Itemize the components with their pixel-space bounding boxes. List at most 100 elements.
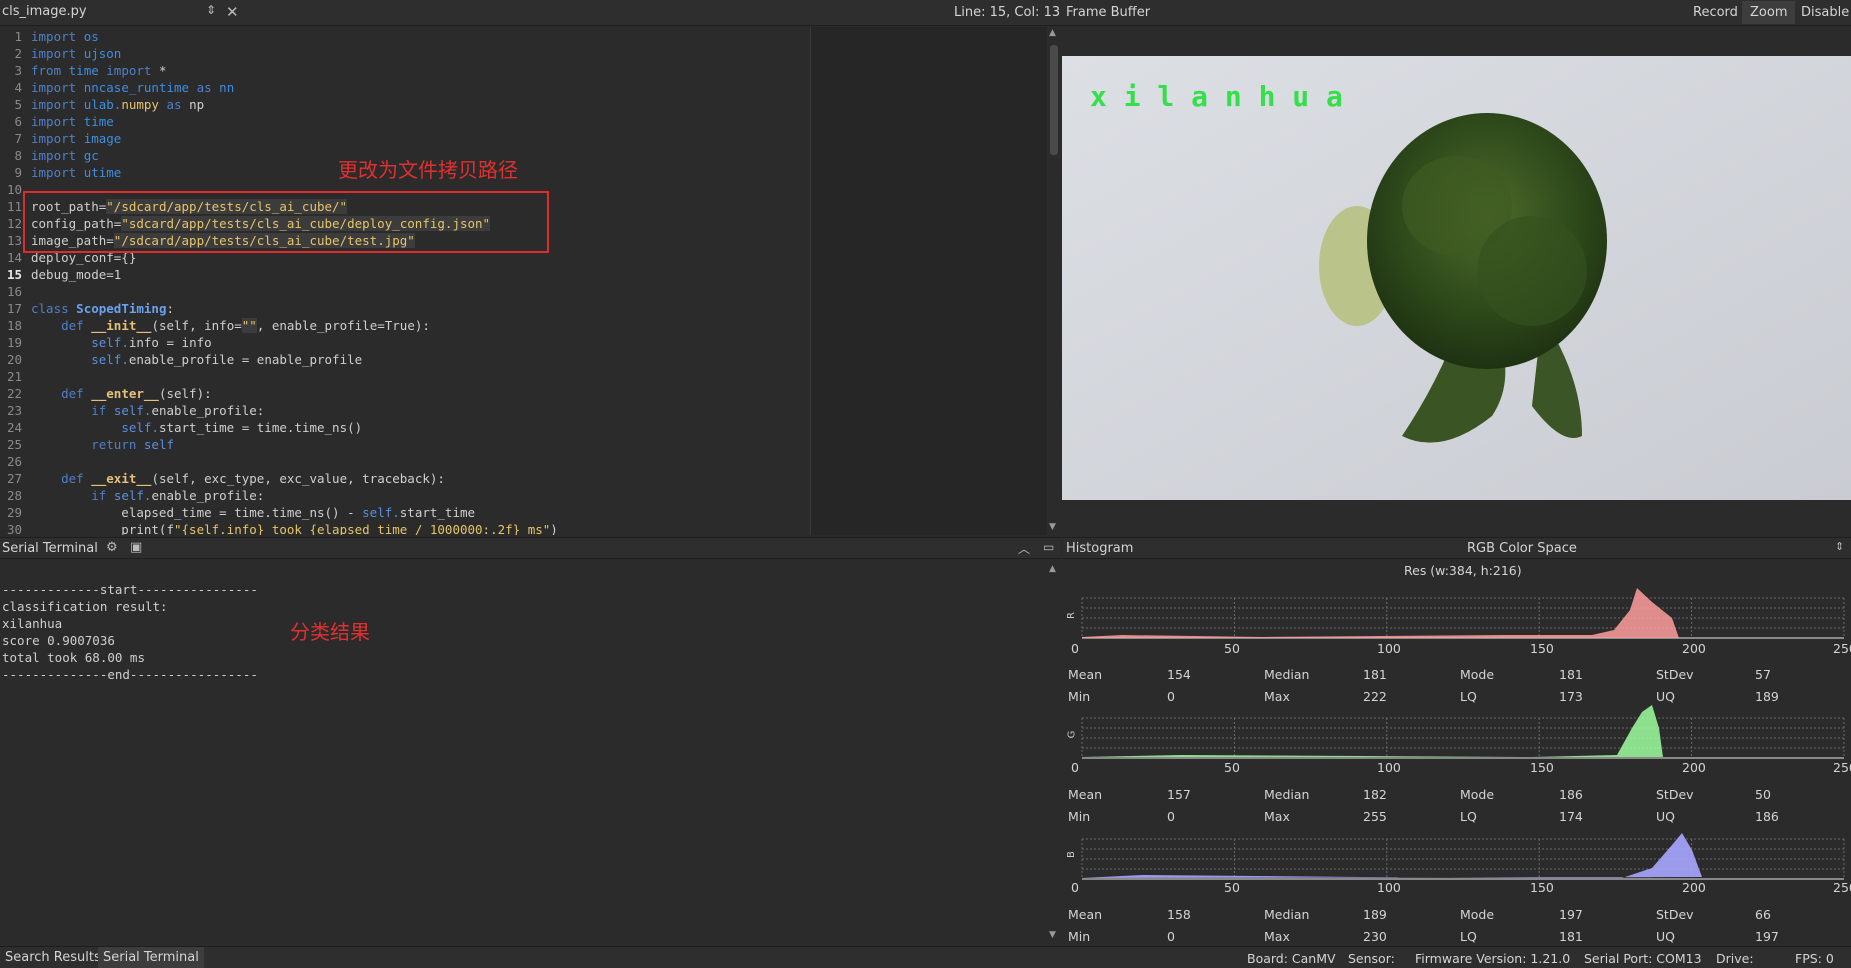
stat-value: 0 [1167, 929, 1175, 944]
stat-value: 57 [1755, 667, 1771, 682]
serial-port-status: Serial Port: COM13 [1584, 951, 1702, 966]
serial-terminal-output[interactable]: -------------start---------------- class… [0, 560, 1047, 945]
stat-label: StDev [1656, 667, 1694, 682]
line-number: 18 [6, 318, 22, 333]
annotation-path: 更改为文件拷贝路径 [338, 158, 518, 182]
line-number: 30 [6, 522, 22, 535]
frame-buffer-image: x i l a n h u a [1062, 56, 1851, 500]
stat-value: 50 [1755, 787, 1771, 802]
disable-button[interactable]: Disable [1795, 4, 1851, 21]
line-number: 13 [6, 233, 22, 248]
stat-label: Mean [1068, 787, 1103, 802]
serial-terminal-header: Serial Terminal ⚙ ▣ ︿ ▭ [0, 537, 1061, 559]
float-panel-icon[interactable]: ▭ [1043, 540, 1054, 554]
stat-label: UQ [1656, 689, 1675, 704]
code-line: from time import * [31, 63, 167, 78]
stat-value: 154 [1167, 667, 1191, 682]
collapse-icon[interactable]: ︿ [1018, 540, 1030, 557]
spinner-icon[interactable]: ⇕ [1835, 540, 1844, 553]
fps-status: FPS: 0 [1795, 951, 1834, 966]
stat-value: 157 [1167, 787, 1191, 802]
terminal-line: --------------end----------------- [2, 667, 258, 682]
axis-tick-label: 200 [1682, 760, 1706, 775]
close-icon[interactable]: ✕ [226, 3, 239, 21]
color-space-select[interactable]: RGB Color Space [1467, 541, 1577, 556]
terminal-settings-icon[interactable]: ⚙ [106, 540, 118, 555]
code-editor[interactable]: 1 import os 2 import ujson 3 from time i… [0, 27, 1047, 535]
code-line: import time [31, 114, 114, 129]
line-number: 1 [14, 29, 22, 44]
stat-value: 186 [1559, 787, 1583, 802]
code-line: import image [31, 131, 122, 146]
axis-tick-label: 250 [1833, 760, 1851, 775]
stat-value: 66 [1755, 907, 1771, 922]
terminal-line: score 0.9007036 [2, 633, 115, 648]
scroll-down-icon[interactable]: ▼ [1049, 930, 1056, 940]
axis-tick-label: 100 [1377, 641, 1401, 656]
code-line: elapsed_time = time.time_ns() - self.sta… [31, 505, 476, 520]
histogram-scrollbar[interactable] [1047, 560, 1061, 945]
axis-tick-label: 250 [1833, 641, 1851, 656]
stat-label: UQ [1656, 929, 1675, 944]
code-line: debug_mode=1 [31, 267, 122, 282]
terminal-line: xilanhua [2, 616, 63, 631]
code-line: import utime [31, 165, 122, 180]
code-line: def __enter__(self): [61, 386, 212, 401]
line-number: 3 [14, 63, 22, 78]
stat-value: 255 [1363, 809, 1387, 824]
tab-serial-terminal[interactable]: Serial Terminal [98, 947, 204, 968]
line-number: 29 [6, 505, 22, 520]
stat-label: Median [1264, 907, 1310, 922]
line-number: 8 [14, 148, 22, 163]
scroll-down-icon[interactable]: ▼ [1049, 522, 1056, 532]
code-line: def __init__(self, info="", enable_profi… [61, 318, 430, 333]
scrollbar-thumb[interactable] [1050, 45, 1058, 155]
stat-value: 230 [1363, 929, 1387, 944]
stat-label: Median [1264, 667, 1310, 682]
histogram-header: Histogram RGB Color Space ⇕ [1062, 537, 1851, 559]
save-icon[interactable]: ▣ [130, 540, 142, 555]
frame-buffer-header: Frame Buffer Record Zoom Disable [1062, 0, 1851, 26]
line-number: 28 [6, 488, 22, 503]
stat-value: 181 [1363, 667, 1387, 682]
code-line: if self.enable_profile: [91, 403, 265, 418]
stat-label: Min [1068, 689, 1091, 704]
scroll-up-icon[interactable]: ▲ [1049, 28, 1056, 38]
code-line: import ulab.numpy as np [31, 97, 205, 112]
file-tab[interactable]: cls_image.py [2, 4, 87, 19]
stat-value: 158 [1167, 907, 1191, 922]
axis-tick-label: 100 [1377, 760, 1401, 775]
code-line: import nncase_runtime as nn [31, 80, 235, 95]
terminal-line: classification result: [2, 599, 168, 614]
stat-label: StDev [1656, 907, 1694, 922]
scroll-up-icon[interactable]: ▲ [1049, 564, 1056, 574]
line-number: 2 [14, 46, 22, 61]
stat-label: LQ [1460, 809, 1477, 824]
tab-search-results[interactable]: Search Results [0, 950, 106, 965]
line-number: 26 [6, 454, 22, 469]
record-button[interactable]: Record [1687, 4, 1744, 21]
axis-tick-label: 0 [1071, 641, 1079, 656]
frame-buffer-title: Frame Buffer [1066, 5, 1151, 20]
line-length-guide [810, 27, 811, 535]
stat-label: Max [1264, 929, 1290, 944]
tab-switch-icon[interactable]: ⇕ [206, 3, 216, 17]
stat-label: Mode [1460, 667, 1495, 682]
line-number: 6 [14, 114, 22, 129]
channel-label: B [1065, 851, 1077, 858]
stat-value: 222 [1363, 689, 1387, 704]
line-number: 15 [6, 267, 22, 282]
axis-tick-label: 0 [1071, 880, 1079, 895]
axis-tick-label: 200 [1682, 880, 1706, 895]
zoom-button[interactable]: Zoom [1742, 1, 1796, 24]
line-number: 22 [6, 386, 22, 401]
line-number: 25 [6, 437, 22, 452]
code-line: import os [31, 29, 99, 44]
axis-tick-label: 50 [1224, 641, 1240, 656]
stat-value: 197 [1559, 907, 1583, 922]
axis-tick-label: 150 [1530, 641, 1554, 656]
code-line: return self [91, 437, 175, 452]
stat-value: 182 [1363, 787, 1387, 802]
overlay-label: x i l a n h u a [1090, 80, 1343, 113]
drive-status: Drive: [1716, 951, 1754, 966]
